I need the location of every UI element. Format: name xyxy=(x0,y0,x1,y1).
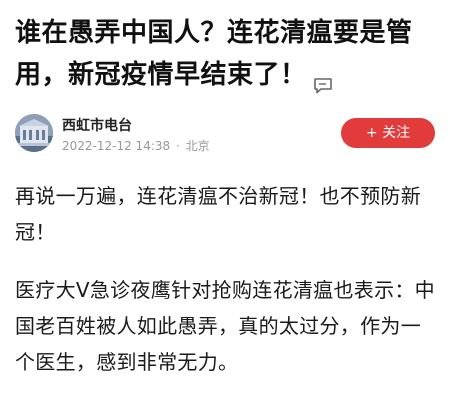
building-avatar-icon[interactable] xyxy=(15,114,53,152)
comment-icon[interactable] xyxy=(313,65,333,94)
author-meta: 2022-12-12 14:38 · 北京 xyxy=(62,137,210,154)
follow-button[interactable]: + 关注 xyxy=(341,118,435,148)
publish-location: 北京 xyxy=(185,139,210,153)
article-title-block: 谁在愚弄中国人？连花清瘟要是管用，新冠疫情早结束了！ xyxy=(15,12,435,96)
body-paragraph: 医疗大V急诊夜鹰针对抢购连花清瘟也表示：中国老百姓被人如此愚弄，真的太过分，作为… xyxy=(15,278,435,374)
publish-date: 2022-12-12 14:38 xyxy=(62,139,171,153)
meta-separator: · xyxy=(175,139,180,153)
body-paragraph: 再说一万遍，连花清瘟不治新冠！也不预防新冠！ xyxy=(15,184,421,244)
author-row: 西虹市电台 2022-12-12 14:38 · 北京 + 关注 xyxy=(15,114,435,158)
article-page: 谁在愚弄中国人？连花清瘟要是管用，新冠疫情早结束了！ 西虹市电台 2022-12… xyxy=(0,0,450,401)
article-title: 谁在愚弄中国人？连花清瘟要是管用，新冠疫情早结束了！ xyxy=(15,18,413,90)
author-name[interactable]: 西虹市电台 xyxy=(62,115,132,135)
